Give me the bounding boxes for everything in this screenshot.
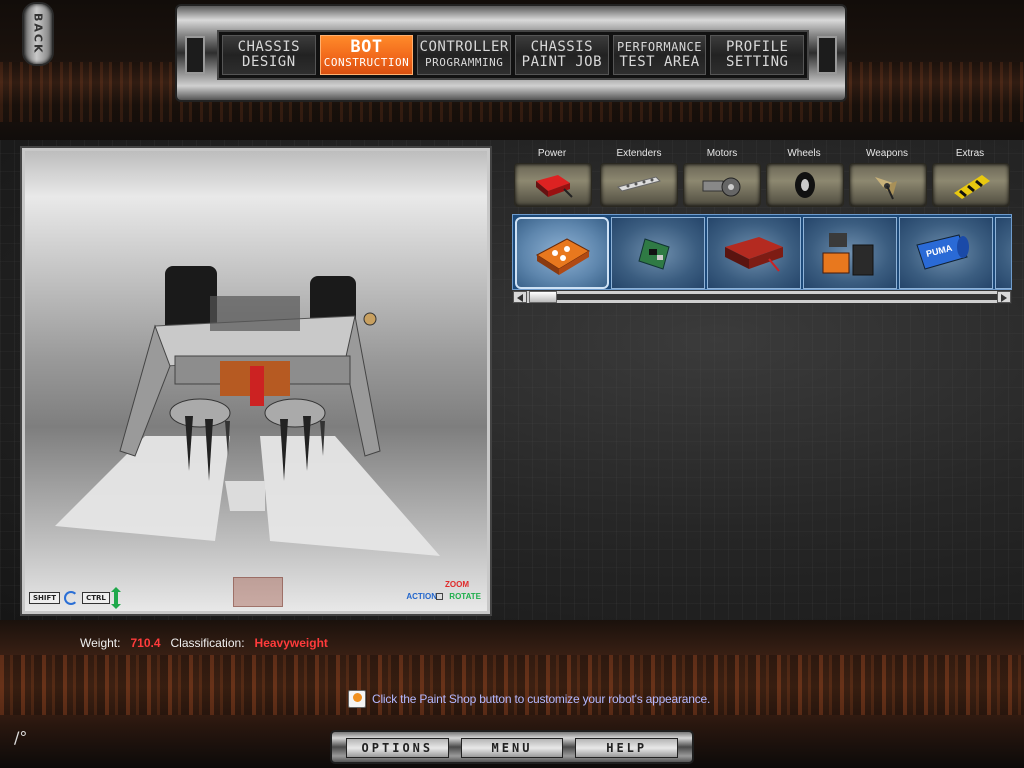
tab-label-line2: PROGRAMMING — [425, 56, 504, 69]
weight-value: 710.4 — [130, 636, 161, 650]
extender-bar-icon — [617, 176, 661, 192]
tab-label-line2: PAINT JOB — [521, 54, 603, 70]
bar-end-cap-left — [185, 36, 205, 74]
shift-key-hint: SHIFT — [29, 592, 61, 604]
back-button-label: BACK — [31, 13, 45, 55]
degree-logo-icon: /° — [14, 728, 28, 747]
tab-label-line1: CHASSIS — [237, 39, 301, 55]
tab-row: CHASSIS DESIGN BOT CONSTRUCTION CONTROLL… — [217, 30, 809, 80]
twin-batteries-icon — [822, 233, 874, 276]
part-tile-red-battery-box[interactable] — [707, 217, 801, 289]
tab-label-line1: CHASSIS — [530, 39, 594, 55]
tab-label-line1: PERFORMANCE — [617, 40, 703, 54]
rotate-legend-label: ROTATE — [449, 592, 481, 601]
category-label-weapons: Weapons — [865, 148, 909, 159]
category-label-extras: Extras — [955, 148, 985, 159]
part-tile-twin-batteries[interactable] — [803, 217, 897, 289]
tab-label-line1: CONTROLLER — [419, 39, 509, 55]
action-legend-label: ACTION — [406, 592, 437, 601]
viewport-key-hints: SHIFT CTRL — [29, 587, 121, 609]
robot-model — [55, 266, 440, 556]
top-navigation-bar: CHASSIS DESIGN BOT CONSTRUCTION CONTROLL… — [175, 4, 847, 102]
ctrl-key-hint: CTRL — [82, 592, 110, 604]
scroll-right-arrow-icon[interactable] — [997, 291, 1011, 303]
mouse-icon — [436, 593, 443, 600]
tab-bot-construction[interactable]: BOT CONSTRUCTION — [319, 35, 414, 75]
tips-icon — [348, 690, 366, 708]
parts-list: PUMA — [512, 214, 1012, 290]
tab-label-line2: TEST AREA — [619, 54, 700, 70]
puma-battery-icon: PUMA — [916, 234, 969, 270]
category-label-wheels: Wheels — [787, 148, 821, 159]
tab-performance-test-area[interactable]: PERFORMANCE TEST AREA — [612, 35, 707, 75]
tab-controller-programming[interactable]: CONTROLLER PROGRAMMING — [417, 35, 512, 75]
part-tile-puma-battery[interactable]: PUMA — [899, 217, 993, 289]
part-tile-orange-battery-pack[interactable] — [515, 217, 609, 289]
tip-message: Click the Paint Shop button to customize… — [348, 690, 710, 708]
wheel-icon — [795, 172, 815, 198]
tip-text: Click the Paint Shop button to customize… — [372, 692, 711, 706]
tab-label-line2: DESIGN — [242, 54, 296, 70]
bottom-menu-bar: OPTIONS MENU HELP — [330, 730, 694, 764]
bot-status-line: Weight: 710.4 Classification: Heavyweigh… — [80, 636, 328, 650]
blade-weapon-icon — [875, 177, 897, 200]
red-battery-box-icon — [725, 237, 783, 272]
tab-label-line2: SETTING — [725, 54, 789, 70]
part-tile-circuit-board[interactable] — [611, 217, 705, 289]
category-button-weapons[interactable] — [849, 163, 927, 207]
tab-chassis-paint-job[interactable]: CHASSIS PAINT JOB — [515, 35, 609, 75]
category-button-extenders[interactable] — [600, 163, 678, 207]
category-label-extenders: Extenders — [616, 148, 662, 159]
menu-button[interactable]: MENU — [460, 738, 564, 758]
weight-label: Weight: — [80, 636, 121, 650]
hazard-extra-icon — [954, 175, 990, 199]
back-button[interactable]: BACK — [22, 2, 54, 66]
parts-scrollbar[interactable] — [512, 290, 1012, 304]
tab-label-line1: PROFILE — [725, 39, 789, 55]
scroll-track[interactable] — [557, 294, 997, 300]
category-button-motors[interactable] — [683, 163, 761, 207]
category-label-power: Power — [537, 148, 567, 159]
options-button[interactable]: OPTIONS — [346, 738, 449, 758]
vertical-move-icon — [110, 587, 121, 609]
category-button-extras[interactable] — [932, 163, 1010, 207]
green-circuit-board-icon — [638, 238, 670, 270]
bar-end-cap-right — [817, 36, 837, 74]
scroll-thumb[interactable] — [529, 291, 557, 303]
rotate-icon — [64, 591, 79, 605]
tab-label-line2: CONSTRUCTION — [323, 56, 410, 69]
category-button-wheels[interactable] — [766, 163, 844, 207]
orange-battery-pack-icon — [536, 238, 591, 275]
classification-value: Heavyweight — [254, 636, 328, 650]
tab-profile-setting[interactable]: PROFILE SETTING — [710, 35, 805, 75]
category-button-power[interactable] — [514, 163, 592, 207]
robot-3d-viewport[interactable]: SHIFT CTRL ZOOM ACTION ROTATE — [22, 148, 490, 614]
zoom-legend-label: ZOOM — [445, 580, 469, 589]
selected-part-thumbnail[interactable] — [233, 577, 283, 607]
category-label-motors: Motors — [706, 148, 738, 159]
battery-icon — [536, 175, 573, 198]
scroll-left-arrow-icon[interactable] — [513, 291, 527, 303]
motor-icon — [702, 177, 741, 197]
tab-label-line1: BOT — [350, 37, 383, 57]
classification-label: Classification: — [170, 636, 245, 650]
help-button[interactable]: HELP — [575, 738, 679, 758]
tab-chassis-design[interactable]: CHASSIS DESIGN — [222, 35, 316, 75]
part-tile-partial[interactable] — [995, 217, 1011, 289]
